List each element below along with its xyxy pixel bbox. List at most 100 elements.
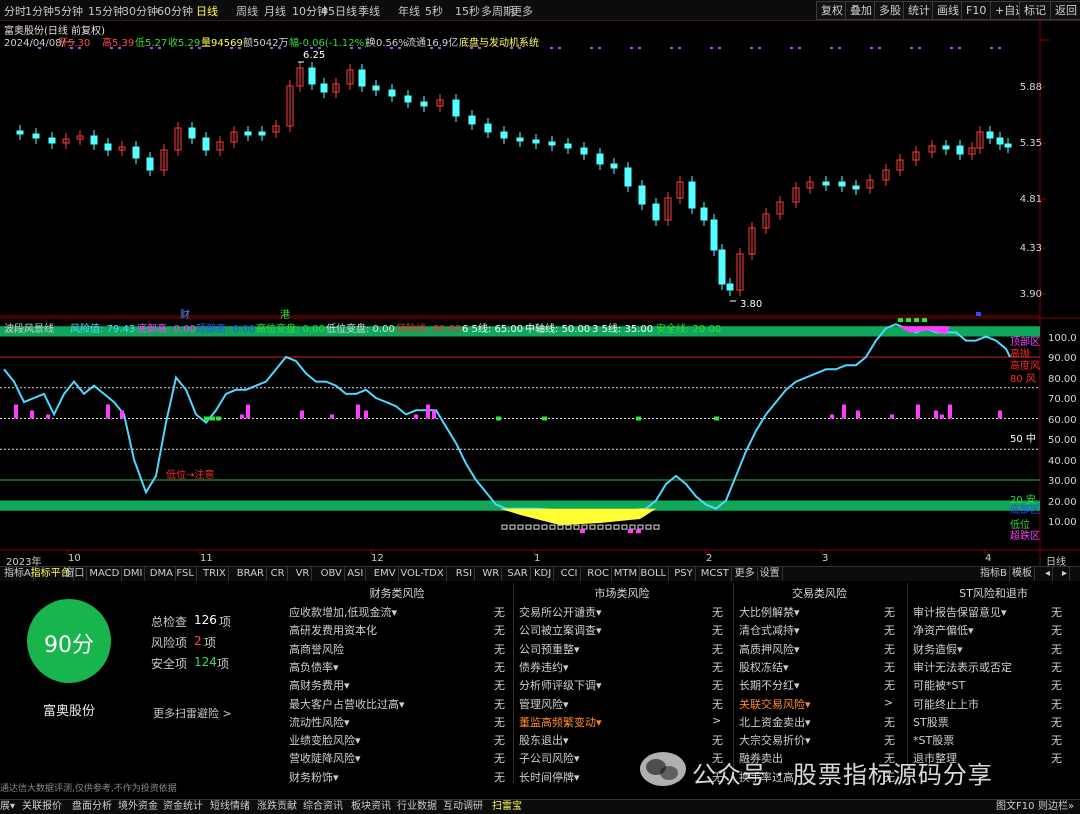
- risk-item[interactable]: 债券违约▾: [519, 659, 569, 675]
- risk-item[interactable]: 高质押风险▾: [739, 641, 800, 657]
- bottom-tab-2[interactable]: 盘面分析: [72, 800, 112, 814]
- risk-item[interactable]: 关联交易风险▾: [739, 696, 811, 712]
- bottom-tab-3[interactable]: 境外资金: [118, 800, 158, 814]
- bottom-tab-7[interactable]: 综合资讯: [303, 800, 343, 814]
- tab-13[interactable]: EMV: [372, 567, 399, 581]
- risk-item[interactable]: 分析师评级下调▾: [519, 677, 602, 693]
- risk-item[interactable]: *ST股票: [913, 732, 954, 748]
- toolbar-button-3[interactable]: 统计: [903, 1, 935, 20]
- risk-item[interactable]: 长时间停牌▾: [519, 769, 580, 785]
- tab-19[interactable]: CCI: [559, 567, 581, 581]
- tab-16[interactable]: WR: [480, 567, 503, 581]
- toolbar-button-5[interactable]: F10: [961, 1, 992, 20]
- toolbar-item-0[interactable]: 分时: [4, 3, 26, 19]
- risk-item[interactable]: 审计无法表示或否定: [913, 659, 1012, 675]
- more-scan-link[interactable]: 更多扫雷避险 >: [153, 705, 232, 721]
- tab-10[interactable]: VR: [294, 567, 313, 581]
- tab-right-3[interactable]: ▸: [1060, 567, 1071, 581]
- toolbar-item-1[interactable]: 1分钟: [25, 3, 54, 19]
- risk-item[interactable]: 营收陡降风险▾: [289, 750, 361, 766]
- risk-item[interactable]: 交易所公开谴责▾: [519, 604, 602, 620]
- tab-15[interactable]: RSI: [454, 567, 476, 581]
- bottom-tab-0[interactable]: 展▾: [0, 800, 15, 814]
- risk-item[interactable]: 审计报告保留意见▾: [913, 604, 1007, 620]
- tab-25[interactable]: 更多: [733, 567, 758, 581]
- tab-5[interactable]: DMA: [148, 567, 176, 581]
- toolbar-item-15[interactable]: 多周期: [481, 3, 514, 19]
- bottom-right-1[interactable]: 则边栏»: [1038, 800, 1074, 814]
- bottom-tab-11[interactable]: 扫雷宝: [492, 800, 522, 814]
- tab-26[interactable]: 设置: [758, 567, 783, 581]
- toolbar-button-1[interactable]: 叠加: [845, 1, 877, 20]
- toolbar-button-8[interactable]: 返回: [1050, 1, 1080, 20]
- kline-chart[interactable]: [0, 20, 1080, 566]
- toolbar-item-7[interactable]: 周线: [236, 3, 258, 19]
- tab-8[interactable]: BRAR: [235, 567, 267, 581]
- toolbar-item-10[interactable]: 45日线: [321, 3, 357, 19]
- tab-21[interactable]: MTM: [612, 567, 641, 581]
- tab-right-0[interactable]: 指标B: [978, 567, 1010, 581]
- tab-17[interactable]: SAR: [505, 567, 531, 581]
- risk-item[interactable]: 可能被*ST: [913, 677, 965, 693]
- risk-item[interactable]: 大宗交易折价▾: [739, 732, 811, 748]
- risk-item[interactable]: 净资产偏低▾: [913, 622, 974, 638]
- tab-20[interactable]: ROC: [585, 567, 612, 581]
- risk-item[interactable]: 子公司风险▾: [519, 750, 580, 766]
- tab-7[interactable]: TRIX: [201, 567, 229, 581]
- risk-item[interactable]: 股东退出▾: [519, 732, 569, 748]
- toolbar-button-2[interactable]: 多股: [874, 1, 906, 20]
- bottom-tab-1[interactable]: 关联报价: [22, 800, 62, 814]
- tab-3[interactable]: MACD: [87, 567, 123, 581]
- risk-item[interactable]: 公司预重整▾: [519, 641, 580, 657]
- tab-9[interactable]: CR: [269, 567, 288, 581]
- toolbar-item-14[interactable]: 15秒: [455, 3, 480, 19]
- risk-item[interactable]: 高财务费用▾: [289, 677, 350, 693]
- risk-item[interactable]: 最大客户占营收比过高▾: [289, 696, 405, 712]
- tab-14[interactable]: VOL-TDX: [398, 567, 447, 581]
- risk-item[interactable]: 股权冻结▾: [739, 659, 789, 675]
- risk-item[interactable]: 应收款增加,低现金流▾: [289, 604, 397, 620]
- risk-item[interactable]: 大比例解禁▾: [739, 604, 800, 620]
- tab-4[interactable]: DMI: [121, 567, 146, 581]
- tab-6[interactable]: FSL: [174, 567, 197, 581]
- risk-item[interactable]: 财务造假▾: [913, 641, 963, 657]
- tab-22[interactable]: BOLL: [638, 567, 670, 581]
- risk-item[interactable]: ST股票: [913, 714, 949, 730]
- toolbar-item-16[interactable]: 更多: [511, 3, 533, 19]
- risk-item[interactable]: 高商誉风险: [289, 641, 344, 657]
- tab-18[interactable]: KDJ: [532, 567, 555, 581]
- risk-item[interactable]: 清仓式减持▾: [739, 622, 800, 638]
- risk-item[interactable]: 流动性风险▾: [289, 714, 350, 730]
- bottom-tab-4[interactable]: 资金统计: [163, 800, 203, 814]
- risk-item[interactable]: 长期不分红▾: [739, 677, 800, 693]
- toolbar-item-13[interactable]: 5秒: [425, 3, 443, 19]
- bottom-tab-8[interactable]: 板块资讯: [351, 800, 391, 814]
- bottom-tab-6[interactable]: 涨跌贡献: [257, 800, 297, 814]
- toolbar-button-4[interactable]: 画线: [932, 1, 964, 20]
- bottom-tab-10[interactable]: 互动调研: [443, 800, 483, 814]
- toolbar-button-7[interactable]: 标记: [1019, 1, 1051, 20]
- risk-item[interactable]: 高负债率▾: [289, 659, 339, 675]
- bottom-tab-5[interactable]: 短线情绪: [210, 800, 250, 814]
- tab-11[interactable]: OBV: [319, 567, 345, 581]
- indicator-name[interactable]: 波段风景线: [4, 320, 54, 335]
- marker-cai[interactable]: 财: [180, 306, 190, 321]
- toolbar-item-5[interactable]: 60分钟: [157, 3, 193, 19]
- risk-item[interactable]: 管理风险▾: [519, 696, 569, 712]
- tab-right-1[interactable]: 模板: [1010, 567, 1035, 581]
- bottom-tab-9[interactable]: 行业数据: [397, 800, 437, 814]
- risk-item[interactable]: 公司被立案调查▾: [519, 622, 602, 638]
- risk-item[interactable]: 可能终止上市: [913, 696, 979, 712]
- toolbar-item-8[interactable]: 月线: [264, 3, 286, 19]
- tab-24[interactable]: MCST: [699, 567, 732, 581]
- toolbar-item-6[interactable]: 日线: [196, 3, 218, 19]
- toolbar-item-11[interactable]: 季线: [358, 3, 380, 19]
- tab-2[interactable]: 窗口: [62, 567, 88, 581]
- risk-item[interactable]: 高研发费用资本化: [289, 622, 377, 638]
- risk-item[interactable]: 财务粉饰▾: [289, 769, 339, 785]
- toolbar-item-4[interactable]: 30分钟: [122, 3, 158, 19]
- risk-item[interactable]: 业绩变脸风险▾: [289, 732, 361, 748]
- toolbar-button-0[interactable]: 复权: [816, 1, 848, 20]
- risk-item[interactable]: 北上资金卖出▾: [739, 714, 811, 730]
- toolbar-item-12[interactable]: 年线: [398, 3, 420, 19]
